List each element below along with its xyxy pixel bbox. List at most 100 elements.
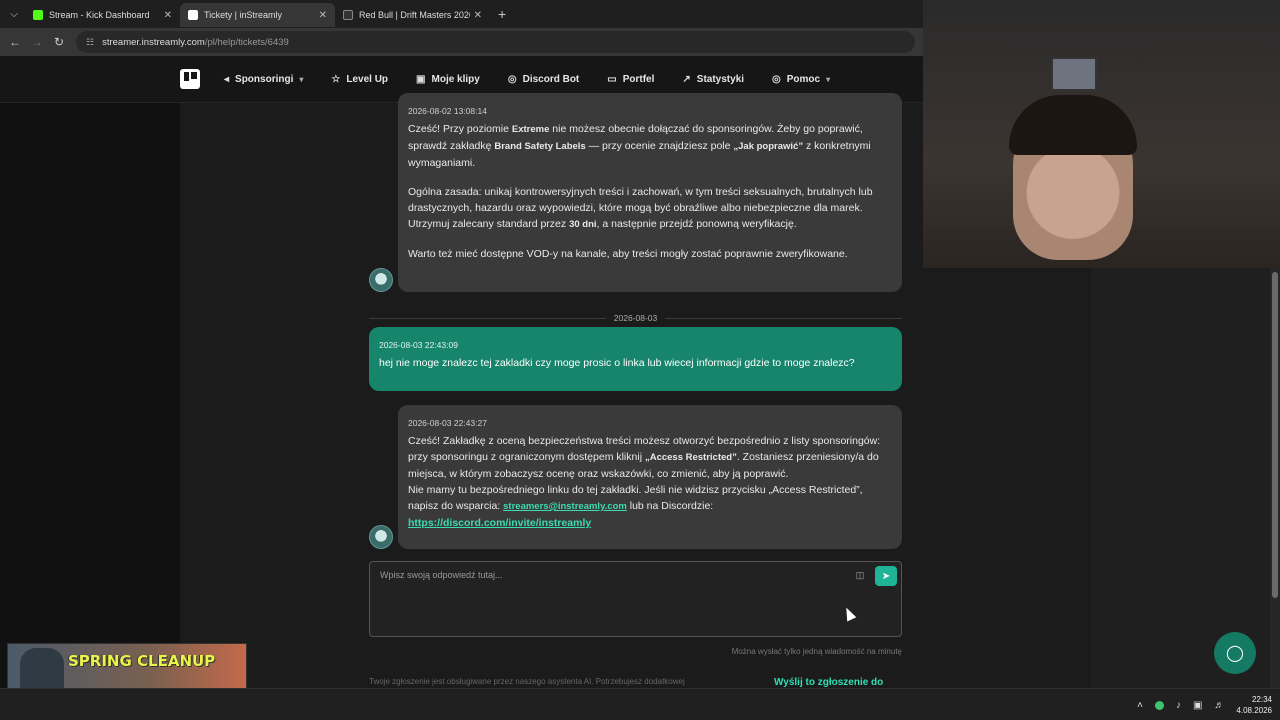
agent-message: 2026-08-02 13:08:14 Cześć! Przy poziomie… bbox=[398, 93, 902, 292]
tab-instreamly-tickets[interactable]: Tickety | inStreamly ✕ bbox=[180, 3, 335, 27]
text: , a następnie przejdź ponowną weryfikacj… bbox=[596, 218, 797, 230]
chevron-down-icon: ▾ bbox=[826, 75, 831, 84]
divider bbox=[369, 317, 606, 319]
rate-limit-note: Można wysłać tylko jedną wiadomość na mi… bbox=[731, 647, 902, 656]
text-bold: 30 dni bbox=[569, 219, 597, 230]
message-paragraph: Cześć! Zakładkę z oceną bezpieczeństwa t… bbox=[408, 433, 892, 482]
nav-discord-bot[interactable]: ◎ Discord Bot bbox=[508, 74, 579, 85]
browser-tab-bar: ⌵ Stream - Kick Dashboard ✕ Tickety | in… bbox=[0, 0, 923, 28]
tab-title: Stream - Kick Dashboard bbox=[49, 10, 150, 20]
url-host: streamer.instreamly.com bbox=[102, 36, 205, 48]
nav-label: Moje klipy bbox=[431, 74, 480, 85]
close-tab-icon[interactable]: ✕ bbox=[474, 10, 482, 21]
tab-kick-dashboard[interactable]: Stream - Kick Dashboard ✕ bbox=[25, 3, 180, 27]
discord-invite-link[interactable]: https://discord.com/invite/instreamly bbox=[408, 517, 591, 529]
megaphone-icon: ◂ bbox=[224, 74, 230, 85]
tab-search-icon[interactable]: ⌵ bbox=[3, 3, 25, 25]
nav-portfel[interactable]: ▭ Portfel bbox=[607, 74, 654, 85]
system-tray: ˄ ♪ ▣ ♬ 22:34 4.08.2026 bbox=[1137, 689, 1272, 720]
chart-icon: ↗ bbox=[682, 74, 691, 85]
agent-avatar bbox=[369, 268, 393, 292]
site-info-icon[interactable]: ☷ bbox=[86, 37, 94, 48]
message-paragraph: Ogólna zasada: unikaj kontrowersyjnych t… bbox=[408, 184, 892, 233]
os-taskbar: ˄ ♪ ▣ ♬ 22:34 4.08.2026 bbox=[0, 688, 1280, 720]
message-text: hej nie moge znalezc tej zakladki czy mo… bbox=[379, 357, 855, 369]
instreamly-favicon-icon bbox=[188, 10, 198, 20]
text: Cześć! Przy poziomie bbox=[408, 123, 512, 135]
nav-label: Pomoc bbox=[786, 74, 821, 85]
forward-icon[interactable]: → bbox=[26, 35, 48, 49]
star-icon: ☆ bbox=[331, 74, 341, 85]
nav-moje-klipy[interactable]: ▣ Moje klipy bbox=[416, 74, 480, 85]
reply-textarea[interactable]: Wpisz swoją odpowiedź tutaj... ◫ ➤ bbox=[369, 561, 902, 637]
user-message: 2026-08-03 22:43:09 hej nie moge znalezc… bbox=[369, 327, 902, 391]
nav-sponsoringi[interactable]: ◂ Sponsoringi ▾ bbox=[224, 74, 303, 85]
instreamly-logo-icon[interactable] bbox=[180, 69, 200, 89]
background-monitor bbox=[1051, 57, 1097, 91]
nav-pomoc[interactable]: ◎ Pomoc ▾ bbox=[772, 74, 830, 85]
nav-label: Statystyki bbox=[696, 74, 745, 85]
close-tab-icon[interactable]: ✕ bbox=[319, 10, 327, 21]
status-dot-icon[interactable] bbox=[1154, 700, 1164, 710]
microphone-icon[interactable]: ♪ bbox=[1176, 700, 1181, 711]
support-chat-button[interactable]: ◯ bbox=[1214, 632, 1256, 674]
message-timestamp: 2026-08-03 22:43:09 bbox=[379, 340, 458, 350]
text-bold: Brand Safety Labels bbox=[494, 141, 586, 152]
tab-title: Red Bull | Drift Masters 2026 | … bbox=[359, 10, 470, 20]
text: — przy ocenie znajdziesz pole bbox=[585, 140, 734, 152]
chevron-down-icon: ▾ bbox=[299, 75, 304, 84]
redbull-favicon-icon bbox=[343, 10, 353, 20]
tab-title: Tickety | inStreamly bbox=[204, 10, 283, 20]
message-paragraph: Nie mamy tu bezpośredniego linku do tej … bbox=[408, 482, 892, 531]
nav-label: Portfel bbox=[622, 74, 655, 85]
chevron-up-icon[interactable]: ˄ bbox=[1137, 700, 1143, 711]
clock[interactable]: 22:34 4.08.2026 bbox=[1236, 694, 1272, 716]
send-button[interactable]: ➤ bbox=[875, 566, 897, 586]
clock-time: 22:34 bbox=[1251, 695, 1272, 704]
back-icon[interactable]: ← bbox=[4, 35, 26, 49]
volume-icon[interactable]: ♬ bbox=[1214, 700, 1224, 711]
tab-red-bull[interactable]: Red Bull | Drift Masters 2026 | … ✕ bbox=[335, 3, 490, 27]
text-bold: „Jak poprawić” bbox=[733, 141, 804, 152]
nav-label: Level Up bbox=[346, 74, 389, 85]
screen: ⌵ Stream - Kick Dashboard ✕ Tickety | in… bbox=[0, 0, 1280, 720]
escalate-ticket-link[interactable]: Wyślij to zgłoszenie do bbox=[774, 677, 883, 688]
nav-statystyki[interactable]: ↗ Statystyki bbox=[682, 74, 744, 85]
discord-icon: ◎ bbox=[507, 74, 517, 85]
url-path: /pl/help/tickets/6439 bbox=[204, 36, 289, 48]
attach-file-icon[interactable]: ◫ bbox=[853, 570, 867, 584]
nav-level-up[interactable]: ☆ Level Up bbox=[331, 74, 388, 85]
message-paragraph: Cześć! Przy poziomie Extreme nie możesz … bbox=[408, 121, 892, 171]
send-icon: ➤ bbox=[881, 570, 891, 582]
nav-label: Sponsoringi bbox=[235, 74, 294, 85]
clock-date: 4.08.2026 bbox=[1236, 706, 1272, 715]
message-paragraph: Warto też mieć dostępne VOD-y na kanale,… bbox=[408, 248, 848, 260]
scrollbar-thumb[interactable] bbox=[1272, 272, 1278, 598]
promo-title: SPRING CLEANUP bbox=[68, 652, 216, 670]
webcam-overlay bbox=[923, 0, 1280, 268]
ticket-page: 2026-08-02 13:08:14 Cześć! Przy poziomie… bbox=[0, 93, 923, 720]
date-separator: 2026-08-03 bbox=[369, 311, 903, 325]
address-bar-row: ← → ↻ ☷ streamer.instreamly.com/pl/help/… bbox=[0, 28, 923, 56]
message-timestamp: 2026-08-02 13:08:14 bbox=[408, 106, 487, 116]
kick-favicon-icon bbox=[33, 10, 43, 20]
text-bold: Extreme bbox=[511, 124, 550, 135]
url-field[interactable]: ☷ streamer.instreamly.com/pl/help/ticket… bbox=[76, 31, 915, 53]
text: lub na Discordzie: bbox=[626, 500, 714, 512]
network-icon[interactable]: ▣ bbox=[1193, 700, 1202, 711]
wallet-icon: ▭ bbox=[607, 74, 617, 85]
text-bold: „Access Restricted” bbox=[644, 452, 737, 463]
support-email-link[interactable]: streamers@instreamly.com bbox=[503, 501, 627, 512]
agent-avatar bbox=[369, 525, 393, 549]
close-tab-icon[interactable]: ✕ bbox=[164, 10, 172, 21]
page-scrollbar[interactable] bbox=[1270, 268, 1280, 688]
new-tab-icon[interactable]: + bbox=[498, 6, 506, 22]
agent-message: 2026-08-03 22:43:27 Cześć! Zakładkę z oc… bbox=[398, 405, 902, 549]
nav-label: Discord Bot bbox=[522, 74, 580, 85]
chat-bubble-icon: ◯ bbox=[1226, 645, 1244, 662]
page-right-column bbox=[1091, 268, 1270, 688]
reload-icon[interactable]: ↻ bbox=[48, 35, 70, 49]
ai-assistant-note: Twoje zgłoszenie jest obsługiwane przez … bbox=[369, 677, 685, 686]
date-label: 2026-08-03 bbox=[613, 313, 658, 323]
message-timestamp: 2026-08-03 22:43:27 bbox=[408, 418, 487, 428]
